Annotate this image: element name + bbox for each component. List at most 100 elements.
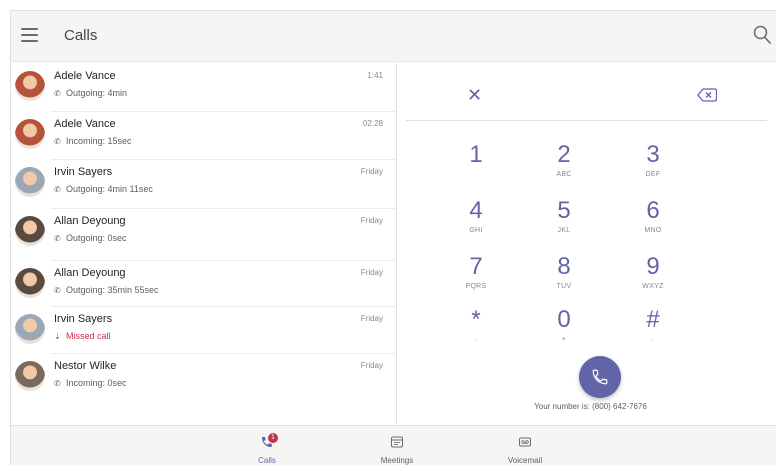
call-time: 02:28 <box>362 119 383 128</box>
caller-name: Irvin Sayers <box>54 166 113 178</box>
call-history-row[interactable]: Adele Vance ✆ Incoming: 15sec 02:28 <box>11 111 396 158</box>
nav-tab-calls[interactable]: 1 Calls <box>237 426 297 465</box>
caller-name: Allan Deyoung <box>54 267 126 279</box>
dial-key-letters: + <box>561 336 567 343</box>
page-title: Calls <box>64 27 98 44</box>
dial-key-4[interactable]: 4 GHI <box>441 197 511 245</box>
call-time: Friday <box>360 361 383 370</box>
call-detail: ✆ Outgoing: 4min <box>54 88 127 98</box>
dial-key-digit: 3 <box>646 141 660 168</box>
call-history-list: Adele Vance ✆ Outgoing: 4min 1:41 Adele Vanc… <box>11 63 397 425</box>
dial-key-letters <box>441 171 511 180</box>
bottom-navigation: 1 Calls Meetings Voicemail <box>11 425 776 465</box>
app-header: Calls <box>11 11 776 62</box>
nav-label-voicemail: Voicemail <box>507 456 543 465</box>
call-detail: ✆ Incoming: 0sec <box>54 378 127 388</box>
avatar <box>15 119 45 149</box>
search-icon[interactable] <box>753 25 771 45</box>
your-number-text: Your number is: (800) 642-7676 <box>534 402 647 411</box>
dial-key-5[interactable]: 5 JKL <box>529 197 599 245</box>
caller-name: Nestor Wilke <box>54 360 117 372</box>
call-detail-text: Outgoing: 4min 11sec <box>66 184 153 194</box>
backspace-icon[interactable] <box>697 88 717 102</box>
avatar <box>15 71 45 101</box>
call-history-row[interactable]: Irvin Sayers ✆ Outgoing: 4min 11sec Friday <box>11 159 396 206</box>
dial-key-3[interactable]: 3 DEF <box>618 141 688 189</box>
call-time: Friday <box>360 314 383 323</box>
dial-key-digit: # <box>646 306 660 333</box>
avatar <box>15 314 45 344</box>
dial-key-digit: 7 <box>469 253 483 280</box>
avatar <box>15 167 45 197</box>
dial-key-7[interactable]: 7 PQRS <box>441 253 511 301</box>
dial-key-9[interactable]: 9 WXYZ <box>618 253 688 301</box>
nav-label-calls: Calls <box>258 456 276 465</box>
call-detail: ✆ Incoming: 15sec <box>54 136 132 146</box>
incoming-call-icon: ✆ <box>54 378 61 388</box>
call-history-row[interactable]: Adele Vance ✆ Outgoing: 4min 1:41 <box>11 63 396 110</box>
hamburger-menu-icon[interactable] <box>21 28 38 42</box>
caller-name: Adele Vance <box>54 118 116 130</box>
call-history-row[interactable]: Allan Deyoung ✆ Outgoing: 35min 55sec Frida… <box>11 260 396 307</box>
dial-key-letters: GHI <box>469 227 483 234</box>
dial-key-digit: 8 <box>557 253 571 280</box>
dial-key-digit: 1 <box>469 141 483 168</box>
close-icon[interactable]: ✕ <box>467 85 482 106</box>
voicemail-icon <box>519 437 531 447</box>
dial-key-2[interactable]: 2 ABC <box>529 141 599 189</box>
call-detail-text: Outgoing: 35min 55sec <box>66 285 159 295</box>
calls-app: Calls Adele Vance ✆ Outgoing: 4min 1:41 Adel… <box>10 10 776 465</box>
call-detail: ✆ Outgoing: 35min 55sec <box>54 285 159 295</box>
outgoing-call-icon: ✆ <box>54 233 61 243</box>
call-detail: ⇣ Missed call <box>54 331 111 341</box>
dial-key-6[interactable]: 6 MNO <box>618 197 688 245</box>
call-detail: ✆ Outgoing: 0sec <box>54 233 127 243</box>
outgoing-call-icon: ✆ <box>54 184 61 194</box>
dial-key-0[interactable]: 0 + <box>529 306 599 354</box>
outgoing-call-icon: ✆ <box>54 88 61 98</box>
dial-key-digit: 0 <box>557 306 571 333</box>
nav-tab-meetings[interactable]: Meetings <box>367 426 427 465</box>
dial-key-letters: DEF <box>645 171 661 178</box>
missed-call-icon: ⇣ <box>54 331 61 341</box>
nav-label-meetings: Meetings <box>380 456 414 465</box>
dial-key-hash[interactable]: #. <box>618 306 688 354</box>
dial-input-underline <box>406 120 767 121</box>
dial-key-letters: WXYZ <box>642 283 664 290</box>
call-detail-text: Outgoing: 4min <box>66 88 128 98</box>
dial-key-letters: TUV <box>556 283 572 290</box>
call-button[interactable] <box>579 356 621 398</box>
dial-key-8[interactable]: 8 TUV <box>529 253 599 301</box>
incoming-call-icon: ✆ <box>54 136 61 146</box>
call-detail: ✆ Outgoing: 4min 11sec <box>54 184 153 194</box>
dial-key-star[interactable]: *. <box>441 306 511 354</box>
outgoing-call-icon: ✆ <box>54 285 61 295</box>
call-detail-text: Incoming: 15sec <box>66 136 132 146</box>
call-time: Friday <box>360 167 383 176</box>
call-detail-text: Incoming: 0sec <box>66 378 127 388</box>
dial-key-digit: 2 <box>557 141 571 168</box>
call-history-row[interactable]: Irvin Sayers ⇣ Missed call Friday <box>11 306 396 353</box>
caller-name: Allan Deyoung <box>54 215 126 227</box>
avatar <box>15 268 45 298</box>
dial-key-letters: JKL <box>557 227 571 234</box>
dial-key-letters: . <box>651 336 655 343</box>
dial-key-digit: 9 <box>646 253 660 280</box>
phone-icon <box>592 369 608 385</box>
dial-key-letters: MNO <box>644 227 662 234</box>
calendar-icon <box>391 436 403 448</box>
call-time: 1:41 <box>367 71 383 80</box>
dial-key-letters: . <box>474 336 478 343</box>
avatar <box>15 361 45 391</box>
avatar <box>15 216 45 246</box>
dial-key-1[interactable]: 1 <box>441 141 511 189</box>
dial-key-digit: 5 <box>557 197 571 224</box>
caller-name: Irvin Sayers <box>54 313 113 325</box>
call-history-row[interactable]: Allan Deyoung ✆ Outgoing: 0sec Friday <box>11 208 396 255</box>
dial-key-digit: 4 <box>469 197 483 224</box>
nav-tab-voicemail[interactable]: Voicemail <box>495 426 555 465</box>
call-time: Friday <box>360 216 383 225</box>
call-detail-text: Missed call <box>66 331 111 341</box>
call-history-row[interactable]: Nestor Wilke ✆ Incoming: 0sec Friday <box>11 353 396 400</box>
call-time: Friday <box>360 268 383 277</box>
